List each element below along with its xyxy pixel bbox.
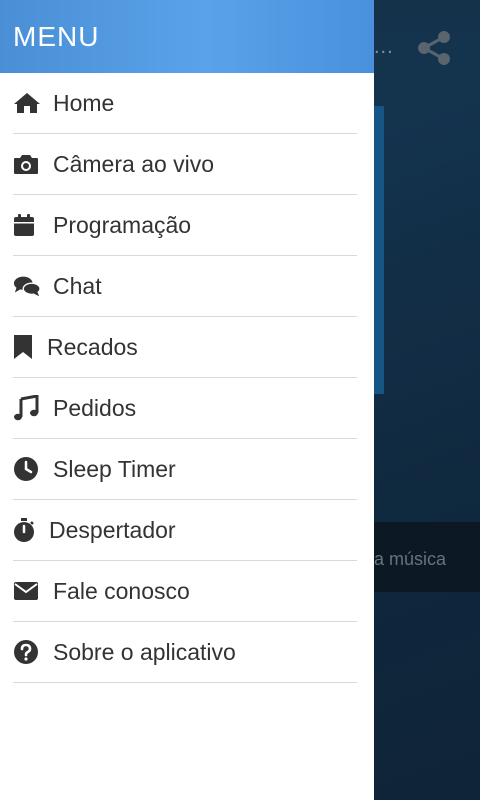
envelope-icon [13,577,41,605]
menu-item-label: Fale conosco [53,577,190,604]
chat-icon [13,272,41,300]
home-icon [13,89,41,117]
menu-item-about[interactable]: Sobre o aplicativo [13,622,357,683]
clock-icon [13,455,41,483]
music-icon [13,394,41,422]
menu-item-alarm[interactable]: Despertador [13,500,357,561]
menu-item-home[interactable]: Home [13,73,357,134]
menu-item-messages[interactable]: Recados [13,317,357,378]
navigation-drawer: MENU Home Câmera ao vivo Programação Cha… [0,0,374,800]
menu-item-live-camera[interactable]: Câmera ao vivo [13,134,357,195]
menu-item-sleep-timer[interactable]: Sleep Timer [13,439,357,500]
menu-item-label: Sobre o aplicativo [53,638,236,665]
bookmark-icon [13,333,35,361]
menu-item-contact[interactable]: Fale conosco [13,561,357,622]
menu-item-label: Chat [53,272,102,299]
menu-item-label: Home [53,89,115,116]
menu-item-label: Pedidos [53,394,137,421]
menu-item-label: Programação [53,211,192,238]
menu-item-schedule[interactable]: Programação [13,195,357,256]
stopwatch-icon [13,516,37,544]
drawer-title: MENU [13,21,100,52]
question-icon [13,638,41,666]
calendar-icon [13,211,41,239]
camera-icon [13,150,41,178]
menu-item-label: Recados [47,333,138,360]
menu-list: Home Câmera ao vivo Programação Chat Rec [0,73,374,683]
menu-item-label: Sleep Timer [53,455,176,482]
menu-item-requests[interactable]: Pedidos [13,378,357,439]
menu-item-chat[interactable]: Chat [13,256,357,317]
menu-item-label: Despertador [49,516,176,543]
menu-item-label: Câmera ao vivo [53,150,215,177]
drawer-header: MENU [0,0,374,73]
